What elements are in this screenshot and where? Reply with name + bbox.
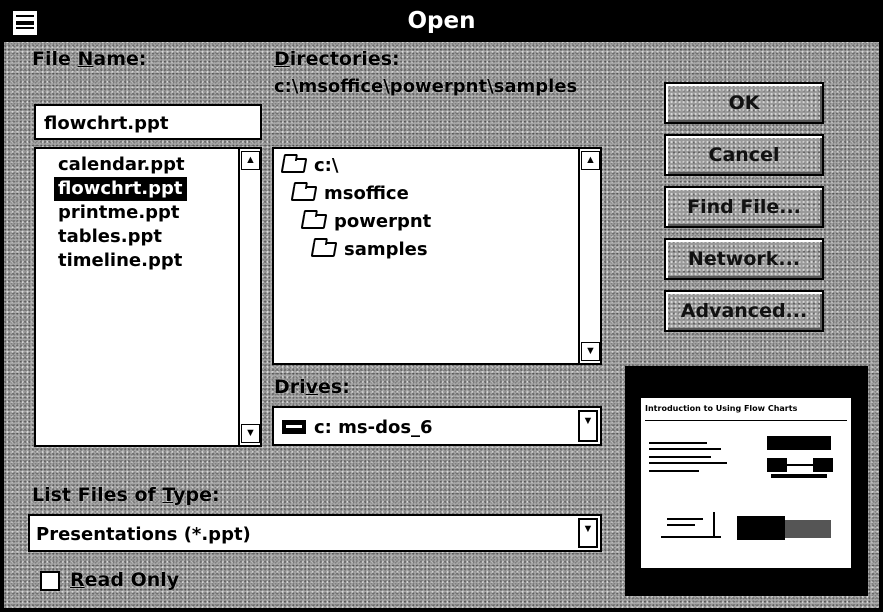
scroll-up-icon[interactable]: ▲: [581, 151, 600, 170]
folder-open-icon: [300, 214, 328, 229]
scroll-down-icon[interactable]: ▼: [581, 342, 600, 361]
drives-value: c: ms-dos_6: [282, 417, 433, 438]
file-type-value: Presentations (*.ppt): [36, 524, 251, 545]
file-name-value: flowchrt.ppt: [44, 113, 169, 134]
network-button[interactable]: Network...: [664, 238, 824, 280]
scroll-up-icon[interactable]: ▲: [241, 151, 260, 170]
directory-scrollbar[interactable]: ▲ ▼: [578, 149, 600, 363]
file-name-field[interactable]: flowchrt.ppt: [34, 104, 262, 140]
file-list[interactable]: calendar.ppt flowchrt.ppt printme.ppt ta…: [34, 147, 262, 447]
folder-open-icon: [280, 158, 308, 173]
scroll-down-icon[interactable]: ▼: [241, 424, 260, 443]
read-only-label: Read Only: [70, 569, 180, 591]
current-path: c:\msoffice\powerpnt\samples: [274, 76, 578, 97]
list-item[interactable]: calendar.ppt: [54, 153, 189, 177]
directories-label: Directories:: [274, 48, 400, 70]
dropdown-arrow-icon[interactable]: ▼: [578, 410, 598, 442]
ok-button[interactable]: OK: [664, 82, 824, 124]
read-only-checkbox[interactable]: [40, 571, 60, 591]
directory-item[interactable]: msoffice: [290, 181, 409, 207]
folder-open-icon: [290, 186, 318, 201]
dropdown-arrow-icon[interactable]: ▼: [578, 518, 598, 548]
title-bar: Open: [4, 4, 879, 42]
slide-preview: Introduction to Using Flow Charts: [625, 366, 868, 596]
folder-open-icon: [310, 242, 338, 257]
directory-tree[interactable]: c:\ msoffice powerpnt samples ▲ ▼: [272, 147, 602, 365]
directory-item-current[interactable]: samples: [310, 237, 428, 263]
file-list-scrollbar[interactable]: ▲ ▼: [238, 149, 260, 445]
list-item-selected[interactable]: flowchrt.ppt: [54, 177, 187, 201]
drives-label: Drives:: [274, 376, 350, 398]
file-type-combo[interactable]: Presentations (*.ppt) ▼: [28, 514, 602, 552]
list-item[interactable]: timeline.ppt: [54, 249, 186, 273]
cancel-button[interactable]: Cancel: [664, 134, 824, 176]
advanced-button[interactable]: Advanced...: [664, 290, 824, 332]
file-name-label: File Name:: [32, 48, 147, 70]
drives-combo[interactable]: c: ms-dos_6 ▼: [272, 406, 602, 446]
directory-item[interactable]: c:\: [280, 153, 338, 179]
find-file-button[interactable]: Find File...: [664, 186, 824, 228]
list-item[interactable]: printme.ppt: [54, 201, 184, 225]
list-item[interactable]: tables.ppt: [54, 225, 166, 249]
hard-drive-icon: [282, 420, 306, 434]
preview-slide: Introduction to Using Flow Charts: [641, 398, 851, 568]
preview-flowchart-graphic: [649, 436, 833, 540]
file-type-label: List Files of Type:: [32, 484, 220, 506]
open-dialog: Open File Name: flowchrt.ppt calendar.pp…: [0, 0, 883, 612]
dialog-title: Open: [407, 8, 476, 34]
directory-item[interactable]: powerpnt: [300, 209, 431, 235]
